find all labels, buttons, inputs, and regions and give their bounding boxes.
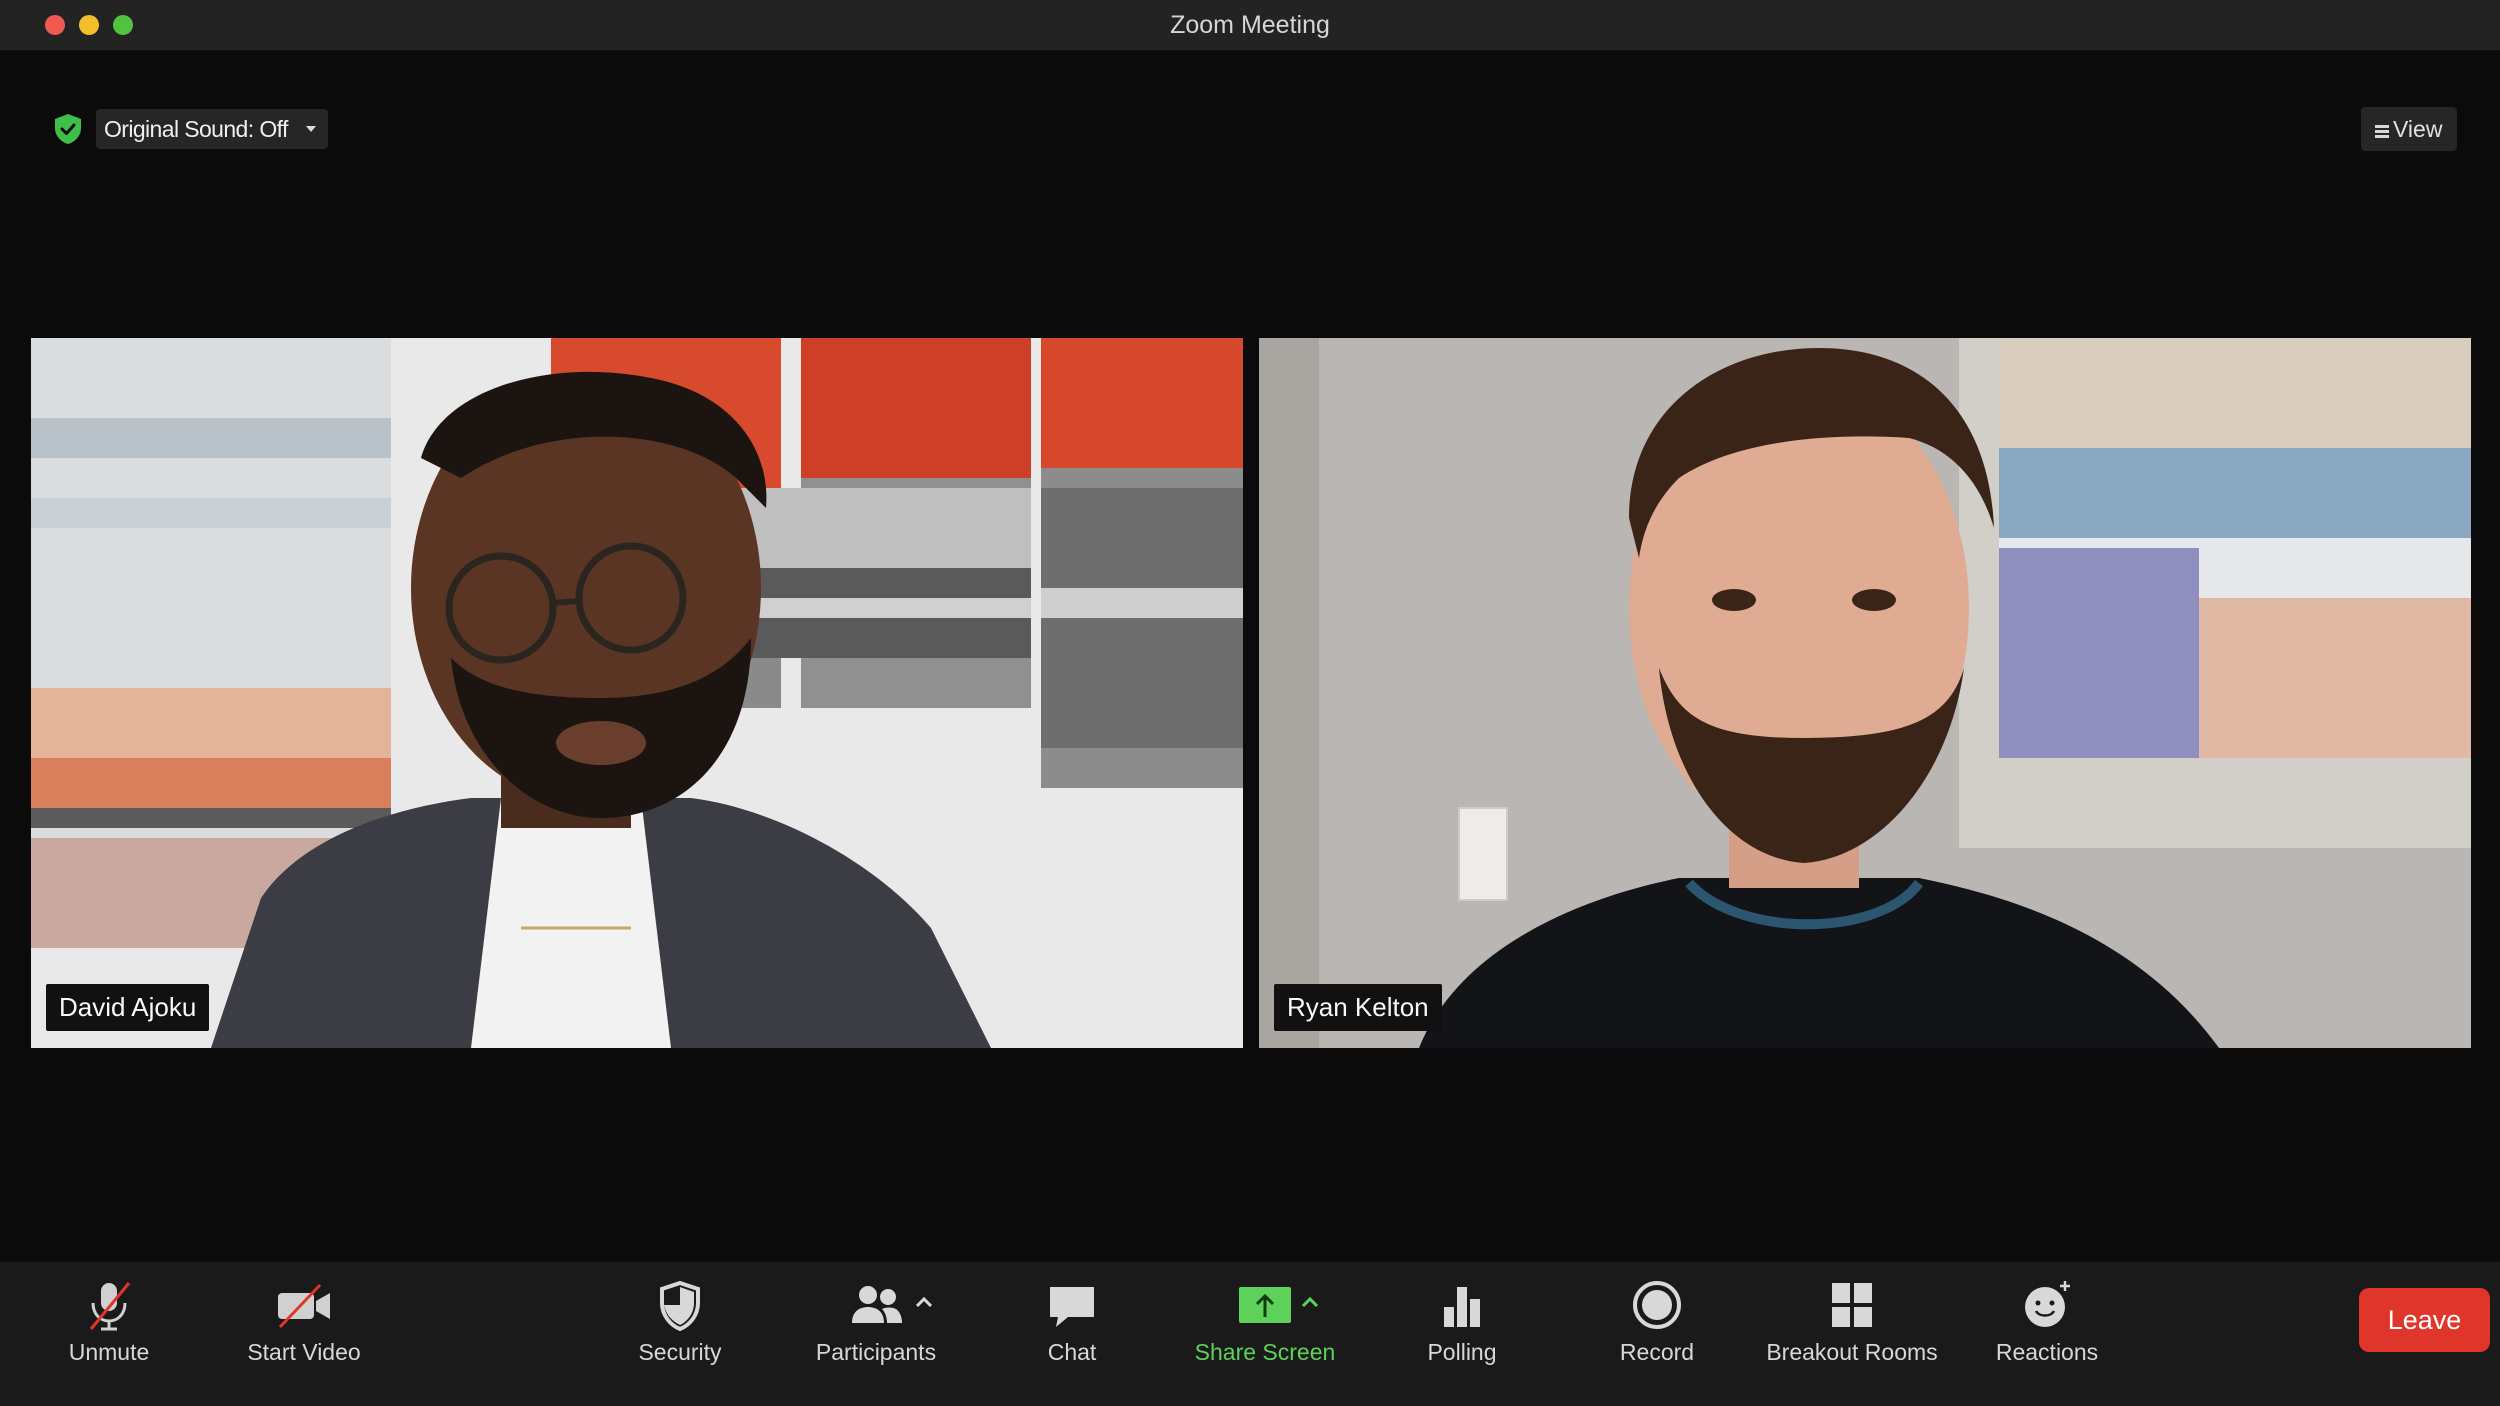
- leave-meeting-button[interactable]: Leave: [2359, 1288, 2490, 1352]
- view-button[interactable]: View: [2361, 107, 2457, 151]
- original-sound-label: Original Sound: Off: [104, 116, 288, 142]
- chevron-down-icon: [305, 126, 316, 132]
- unmute-label: Unmute: [68, 1339, 150, 1365]
- record-icon: [1633, 1281, 1681, 1329]
- share-screen-label: Share Screen: [1194, 1339, 1336, 1365]
- video-tile-participant-1[interactable]: David Ajoku: [31, 338, 1243, 1048]
- window-title: Zoom Meeting: [1170, 11, 1330, 39]
- video-tile-participant-2[interactable]: Ryan Kelton: [1259, 338, 2471, 1048]
- participant-video-image: [31, 338, 1243, 1048]
- view-grid-icon: [2375, 125, 2389, 138]
- window-title-bar: Zoom Meeting: [0, 0, 2500, 51]
- meeting-toolbar: Unmute Start Video Security Participants: [0, 1262, 2500, 1406]
- participants-icon: [852, 1286, 902, 1323]
- share-screen-icon: [1239, 1287, 1291, 1323]
- participant-video-image: [1259, 338, 2471, 1048]
- polling-label: Polling: [1427, 1339, 1497, 1365]
- video-camera-off-icon: [278, 1283, 330, 1329]
- participants-label: Participants: [815, 1339, 937, 1365]
- shield-icon: [660, 1280, 700, 1332]
- start-video-button[interactable]: Start Video: [229, 1262, 379, 1406]
- chat-bubble-icon: [1050, 1287, 1094, 1327]
- participants-button[interactable]: Participants: [806, 1262, 946, 1406]
- polling-button[interactable]: Polling: [1412, 1262, 1512, 1406]
- encryption-shield-icon[interactable]: [53, 113, 83, 145]
- record-button[interactable]: Record: [1607, 1262, 1707, 1406]
- security-button[interactable]: Security: [625, 1262, 735, 1406]
- unmute-button[interactable]: Unmute: [49, 1262, 169, 1406]
- share-screen-options-chevron-up-icon[interactable]: [1298, 1292, 1322, 1312]
- original-sound-dropdown[interactable]: Original Sound: Off: [96, 109, 328, 149]
- record-label: Record: [1619, 1339, 1695, 1365]
- microphone-muted-icon: [89, 1282, 131, 1331]
- chat-button[interactable]: Chat: [1022, 1262, 1122, 1406]
- view-label: View: [2393, 116, 2443, 142]
- reactions-label: Reactions: [1995, 1339, 2099, 1365]
- share-screen-button[interactable]: Share Screen: [1190, 1262, 1340, 1406]
- breakout-rooms-button[interactable]: Breakout Rooms: [1752, 1262, 1952, 1406]
- reactions-button[interactable]: Reactions: [1987, 1262, 2107, 1406]
- participants-options-chevron-up-icon[interactable]: [912, 1292, 936, 1312]
- bar-chart-icon: [1444, 1287, 1480, 1327]
- participant-name-tag: Ryan Kelton: [1274, 984, 1442, 1031]
- breakout-rooms-grid-icon: [1832, 1283, 1872, 1327]
- start-video-label: Start Video: [247, 1339, 361, 1365]
- breakout-rooms-label: Breakout Rooms: [1766, 1339, 1938, 1365]
- chat-label: Chat: [1047, 1339, 1097, 1365]
- security-label: Security: [638, 1339, 722, 1365]
- smiley-reaction-icon: [2025, 1281, 2070, 1327]
- participant-name-tag: David Ajoku: [46, 984, 210, 1031]
